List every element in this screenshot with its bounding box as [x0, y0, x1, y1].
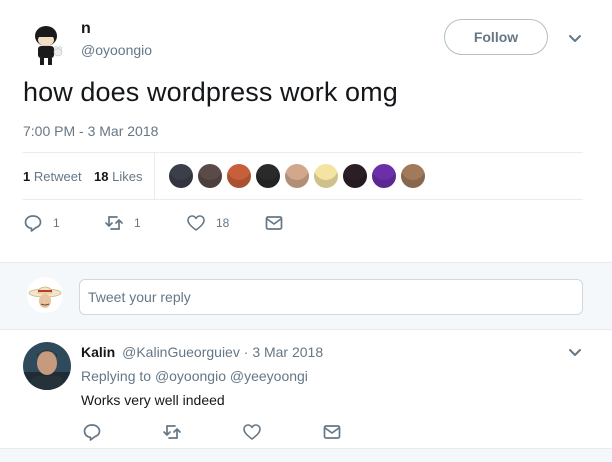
reply-text: Works very well indeed — [81, 392, 225, 408]
reply-author-name[interactable]: Kalin — [81, 344, 115, 360]
liker-avatar[interactable] — [314, 164, 338, 188]
retweet-action[interactable]: 1 — [104, 213, 141, 233]
tweet-card: n @oyoongio Follow how does wordpress wo… — [0, 0, 612, 262]
retweet-count: 1 — [134, 216, 141, 230]
message-action[interactable] — [264, 213, 284, 233]
retweet-stat-label: Retweet — [33, 169, 82, 184]
reply-author-handle[interactable]: @KalinGueorguiev — [122, 344, 240, 360]
heart-icon — [187, 215, 205, 231]
tweet-timestamp[interactable]: 7:00 PM - 3 Mar 2018 — [23, 123, 158, 139]
reply-action[interactable]: 1 — [23, 213, 60, 233]
reply-input[interactable]: Tweet your reply — [79, 279, 583, 315]
retweet-stat[interactable]: 1 Retweet — [23, 169, 82, 184]
liker-avatar[interactable] — [256, 164, 280, 188]
tweet-text: how does wordpress work omg — [23, 77, 398, 107]
liker-avatar[interactable] — [198, 164, 222, 188]
reply-separator: · — [243, 344, 249, 360]
timeline-bottom — [0, 449, 612, 462]
retweet-stat-count: 1 — [23, 169, 31, 184]
likes-stat-label: Likes — [112, 169, 143, 184]
like-action[interactable]: 18 — [186, 213, 229, 233]
reply-header: Kalin @KalinGueorguiev · 3 Mar 2018 — [81, 344, 323, 360]
reply-author-avatar[interactable] — [23, 342, 71, 390]
liker-avatar[interactable] — [285, 164, 309, 188]
replying-to-line: Replying to @oyoongio @yeeyoongi — [81, 368, 308, 384]
author-name[interactable]: n — [81, 20, 91, 38]
reply-icon — [24, 215, 42, 232]
reply-compose-area: Tweet your reply — [0, 262, 612, 330]
author-handle[interactable]: @oyoongio — [81, 42, 152, 58]
like-count: 18 — [216, 216, 230, 230]
tweet-stats: 1 Retweet 18 Likes — [23, 152, 583, 200]
reply-chevron-down-icon[interactable] — [567, 346, 583, 360]
stats-divider — [154, 153, 155, 200]
reply-heart-icon[interactable] — [242, 422, 262, 442]
author-avatar[interactable] — [22, 18, 72, 68]
reply-reply-icon[interactable] — [82, 422, 102, 442]
liker-avatar[interactable] — [169, 164, 193, 188]
reply-date[interactable]: 3 Mar 2018 — [252, 344, 323, 360]
reply-envelope-icon[interactable] — [322, 422, 342, 442]
likes-stat-count: 18 — [94, 169, 109, 184]
retweet-icon — [105, 216, 123, 230]
replying-to-label: Replying to — [81, 368, 152, 384]
current-user-avatar — [27, 277, 63, 313]
likes-stat[interactable]: 18 Likes — [94, 169, 142, 184]
liker-avatar[interactable] — [372, 164, 396, 188]
reply-tweet[interactable]: Kalin @KalinGueorguiev · 3 Mar 2018 Repl… — [0, 330, 612, 449]
follow-button[interactable]: Follow — [444, 19, 548, 55]
liker-avatar[interactable] — [227, 164, 251, 188]
reply-input-placeholder: Tweet your reply — [88, 289, 191, 305]
reply-retweet-icon[interactable] — [162, 422, 182, 442]
replying-to-user[interactable]: @yeeyoongi — [230, 368, 308, 384]
envelope-icon — [265, 216, 283, 230]
reply-actions — [81, 422, 361, 442]
reply-count: 1 — [53, 216, 60, 230]
replying-to-user[interactable]: @oyoongio — [155, 368, 226, 384]
liker-avatar[interactable] — [401, 164, 425, 188]
chevron-down-icon[interactable] — [567, 32, 583, 46]
liker-avatar[interactable] — [343, 164, 367, 188]
tweet-actions: 1 1 18 — [23, 213, 323, 235]
